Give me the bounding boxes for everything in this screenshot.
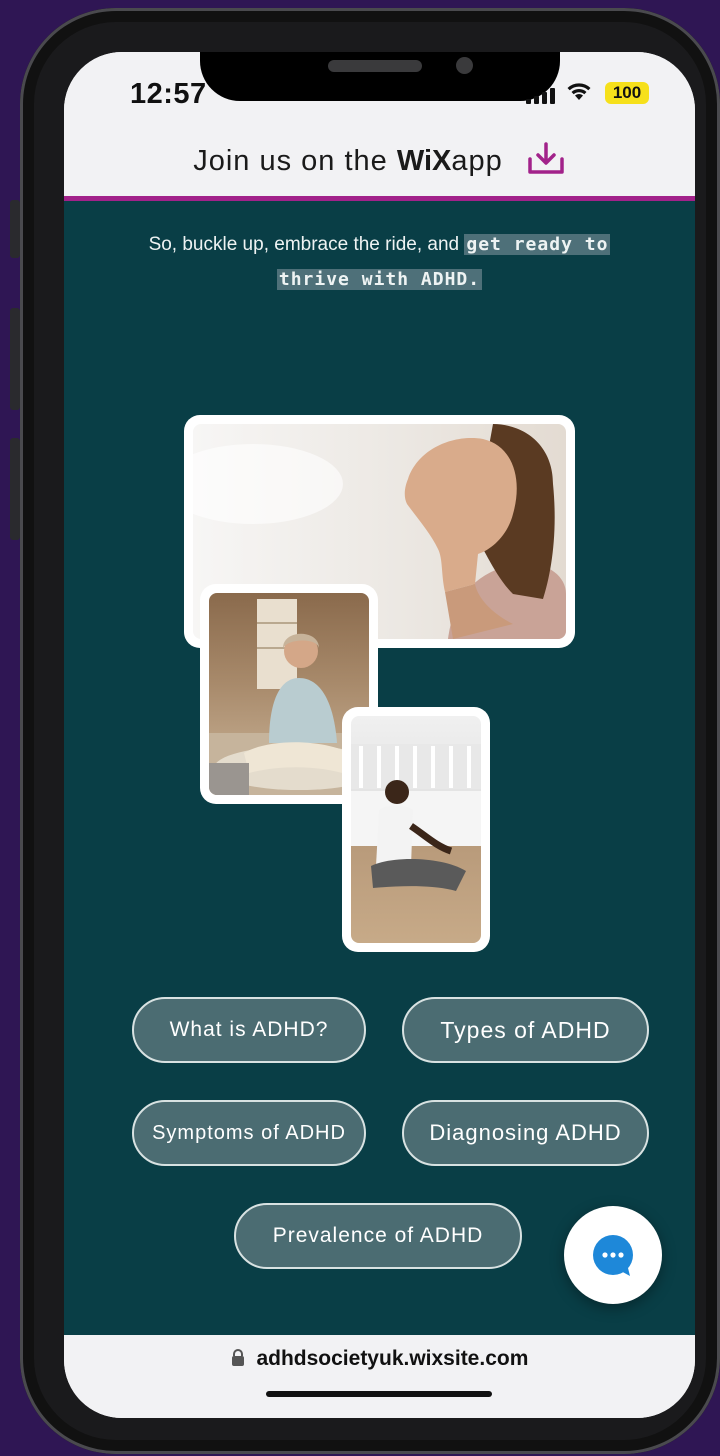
wix-logo: WiX xyxy=(396,145,452,177)
intro-highlight-1: get ready to xyxy=(464,234,611,255)
front-camera xyxy=(456,57,473,74)
status-bar: 12:57 100 xyxy=(64,52,695,130)
symptoms-of-adhd-button[interactable]: Symptoms of ADHD xyxy=(132,1100,366,1166)
status-time: 12:57 xyxy=(130,78,207,110)
browser-url-bar[interactable]: adhdsocietyuk.wixsite.com xyxy=(64,1335,695,1418)
intro-text: So, buckle up, embrace the ride, and get… xyxy=(114,227,645,297)
download-icon[interactable] xyxy=(526,142,566,184)
wix-app-banner[interactable]: Join us on the WiXapp xyxy=(64,130,695,201)
main-content: So, buckle up, embrace the ride, and get… xyxy=(64,201,695,1335)
what-is-adhd-button[interactable]: What is ADHD? xyxy=(132,997,366,1063)
battery-indicator: 100 xyxy=(605,82,649,104)
banner-app-text: app xyxy=(451,145,503,177)
lock-icon xyxy=(231,1347,257,1370)
chat-bubble-icon xyxy=(593,1235,633,1276)
mute-switch xyxy=(10,200,20,258)
home-indicator[interactable] xyxy=(266,1391,492,1397)
diagnosing-adhd-button[interactable]: Diagnosing ADHD xyxy=(402,1100,649,1166)
notch xyxy=(200,52,560,101)
volume-down-button xyxy=(10,438,20,540)
chat-button[interactable] xyxy=(564,1206,662,1304)
wifi-icon xyxy=(566,80,592,106)
url-text[interactable]: adhdsocietyuk.wixsite.com xyxy=(256,1347,528,1370)
speaker-grille xyxy=(328,60,422,72)
types-of-adhd-button[interactable]: Types of ADHD xyxy=(402,997,649,1063)
banner-text: Join us on the xyxy=(193,145,388,177)
volume-up-button xyxy=(10,308,20,410)
intro-highlight-2: thrive with ADHD. xyxy=(276,269,483,290)
prevalence-of-adhd-button[interactable]: Prevalence of ADHD xyxy=(234,1203,522,1269)
intro-plain: So, buckle up, embrace the ride, and xyxy=(148,234,460,255)
man-meditating-photo xyxy=(342,707,490,952)
phone-screen: 12:57 100 Join us on the WiXapp So, buck… xyxy=(64,52,695,1418)
signal-icon xyxy=(526,88,555,104)
